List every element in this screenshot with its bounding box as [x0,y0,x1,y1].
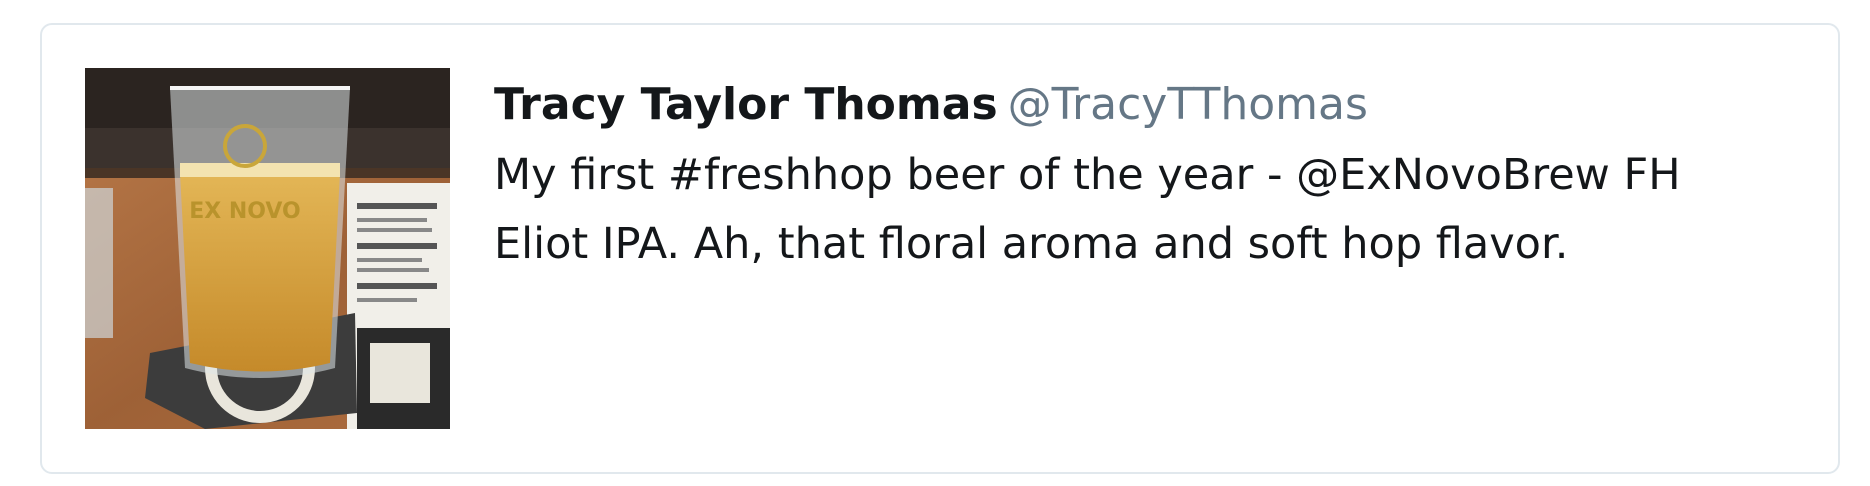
tweet-text: My first #freshhop beer of the year - @E… [494,141,1814,279]
author-handle[interactable]: @TracyTThomas [1008,79,1368,130]
tweet-photo[interactable]: EX NOVO [85,68,450,429]
tweet-card[interactable]: EX NOVO Tracy Taylor Thomas @TracyTThomas… [40,23,1840,474]
tweet-content: Tracy Taylor Thomas @TracyTThomas My firs… [494,75,1814,279]
tweet-text-line-2: Eliot IPA. Ah, that floral aroma and sof… [494,219,1569,269]
beer-photo-illustration: EX NOVO [85,68,450,429]
tweet-text-line-1: My first #freshhop beer of the year - @E… [494,150,1681,200]
author-name[interactable]: Tracy Taylor Thomas [494,79,998,130]
glass-logo-text: EX NOVO [189,199,301,224]
tweet-header: Tracy Taylor Thomas @TracyTThomas [494,75,1814,135]
